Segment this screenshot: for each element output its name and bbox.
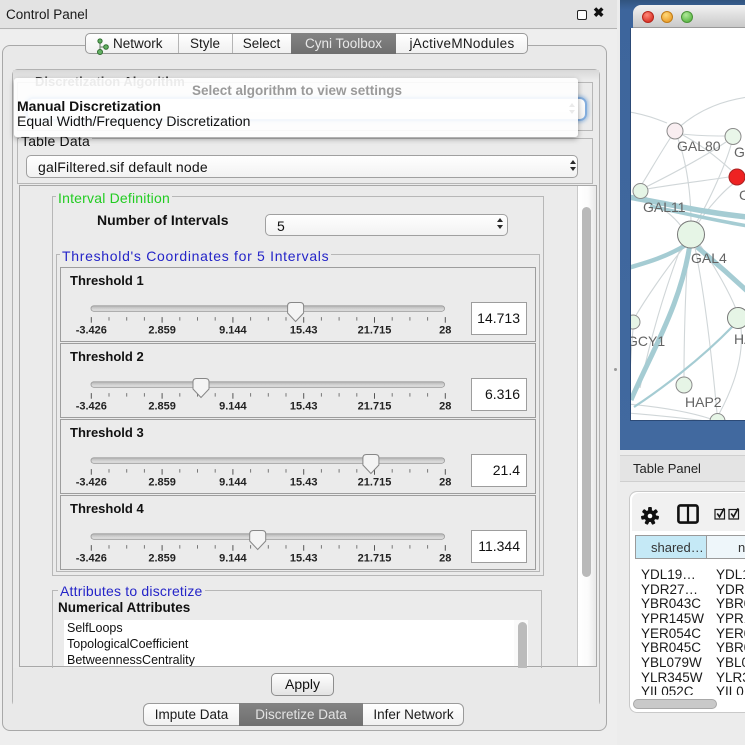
- svg-text:15.43: 15.43: [290, 553, 318, 565]
- svg-text:2.859: 2.859: [148, 401, 176, 413]
- svg-text:GA: GA: [734, 144, 745, 160]
- svg-text:9.144: 9.144: [219, 325, 247, 337]
- svg-text:15.43: 15.43: [290, 325, 318, 337]
- svg-text:21.715: 21.715: [358, 553, 392, 565]
- svg-text:15.43: 15.43: [290, 477, 318, 489]
- svg-text:GCY1: GCY1: [631, 333, 665, 349]
- svg-text:28: 28: [439, 325, 451, 337]
- svg-text:2.859: 2.859: [148, 477, 176, 489]
- svg-text:-3.426: -3.426: [76, 553, 107, 565]
- svg-text:21.715: 21.715: [358, 477, 392, 489]
- svg-text:15.43: 15.43: [290, 401, 318, 413]
- svg-text:28: 28: [439, 401, 451, 413]
- svg-text:21.715: 21.715: [358, 325, 392, 337]
- svg-text:9.144: 9.144: [219, 401, 247, 413]
- svg-text:HA: HA: [734, 331, 745, 347]
- svg-text:28: 28: [439, 477, 451, 489]
- svg-text:HAP2: HAP2: [685, 394, 722, 410]
- svg-text:-3.426: -3.426: [76, 401, 107, 413]
- svg-text:28: 28: [439, 553, 451, 565]
- svg-text:GAL4: GAL4: [691, 250, 727, 266]
- svg-text:-3.426: -3.426: [76, 477, 107, 489]
- svg-text:2.859: 2.859: [148, 325, 176, 337]
- svg-text:GAL11: GAL11: [643, 199, 686, 215]
- svg-text:9.144: 9.144: [219, 477, 247, 489]
- svg-text:CD: CD: [739, 187, 745, 203]
- svg-text:21.715: 21.715: [358, 401, 392, 413]
- svg-text:GAL80: GAL80: [677, 138, 721, 154]
- svg-text:2.859: 2.859: [148, 553, 176, 565]
- svg-text:9.144: 9.144: [219, 553, 247, 565]
- svg-text:-3.426: -3.426: [76, 325, 107, 337]
